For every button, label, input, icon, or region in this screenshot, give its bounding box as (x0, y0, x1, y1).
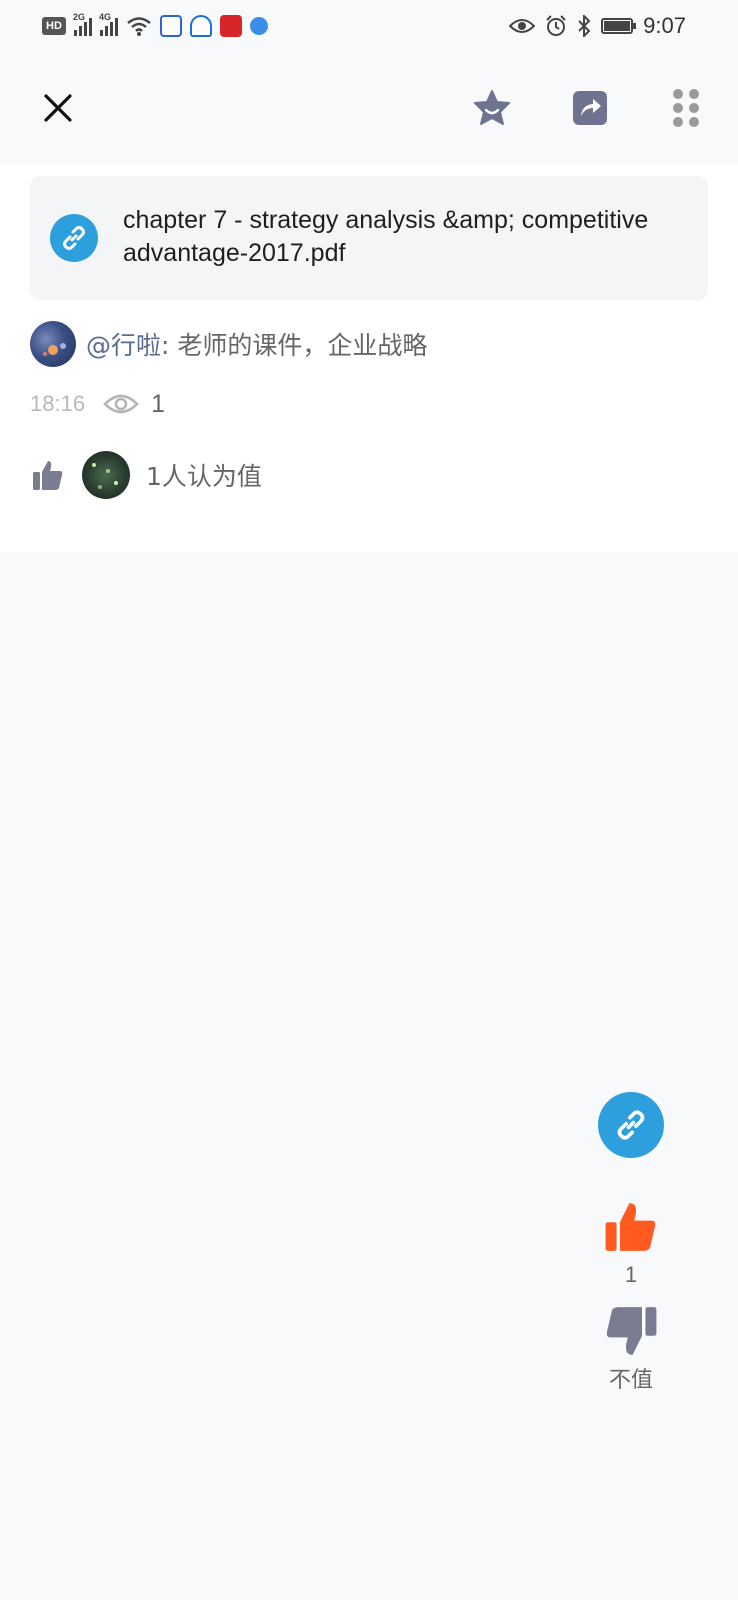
post-text: : 老师的课件，企业战略 (161, 331, 428, 360)
link-card[interactable]: chapter 7 - strategy analysis &amp; comp… (30, 176, 708, 300)
close-button[interactable] (36, 86, 80, 130)
browser-app-icon (250, 17, 268, 35)
thumbs-up-icon (605, 1203, 656, 1251)
clock: 9:07 (643, 13, 686, 38)
signal-sim1-icon: 2G (73, 12, 92, 36)
author-name[interactable]: @行啦 (86, 326, 161, 362)
favorite-button[interactable] (470, 86, 514, 130)
view-count: 1 (151, 389, 165, 418)
mail-app-icon (220, 15, 242, 37)
app-notification-icon (190, 15, 212, 37)
top-nav (0, 52, 738, 164)
status-right: 9:07 (509, 12, 686, 40)
share-button[interactable] (568, 86, 612, 130)
not-worth-label: 不值 (608, 1368, 653, 1393)
eye-comfort-icon (509, 19, 536, 33)
link-icon (63, 226, 85, 250)
more-dots-icon (673, 89, 699, 127)
bluetooth-icon (578, 15, 591, 37)
author-row: @行啦 : 老师的课件，企业战略 (30, 320, 427, 368)
post-time: 18:16 (30, 391, 86, 416)
link-icon (617, 1110, 645, 1140)
star-icon (474, 90, 510, 125)
post-content: chapter 7 - strategy analysis &amp; comp… (0, 164, 738, 552)
share-icon (573, 91, 607, 125)
hd-badge: HD (42, 17, 66, 35)
like-row: 1人认为值 (30, 450, 262, 500)
signal-sim2-icon: 4G (99, 12, 118, 36)
battery-icon (601, 18, 637, 34)
open-link-button[interactable] (598, 1092, 664, 1158)
wifi-icon (127, 17, 151, 36)
status-bar: HD 2G 4G 9:07 (0, 0, 738, 52)
more-button[interactable] (664, 86, 708, 130)
link-icon-badge (50, 214, 98, 262)
likes-summary: 1人认为值 (146, 462, 262, 491)
thumbs-up-icon (30, 457, 66, 493)
worth-button[interactable] (603, 1198, 659, 1256)
status-left: HD 2G 4G (42, 12, 268, 40)
author-avatar[interactable] (30, 321, 76, 367)
views-icon (103, 392, 139, 416)
thumbs-down-icon (606, 1307, 657, 1355)
liker-avatar[interactable] (82, 451, 130, 499)
meta-row: 18:16 1 (30, 386, 165, 422)
close-icon (44, 94, 72, 122)
link-title: chapter 7 - strategy analysis &amp; comp… (123, 206, 649, 267)
worth-count: 1 (624, 1262, 638, 1287)
not-worth-button[interactable] (603, 1302, 659, 1360)
alarm-icon (546, 15, 566, 36)
baidu-app-icon (160, 15, 182, 37)
